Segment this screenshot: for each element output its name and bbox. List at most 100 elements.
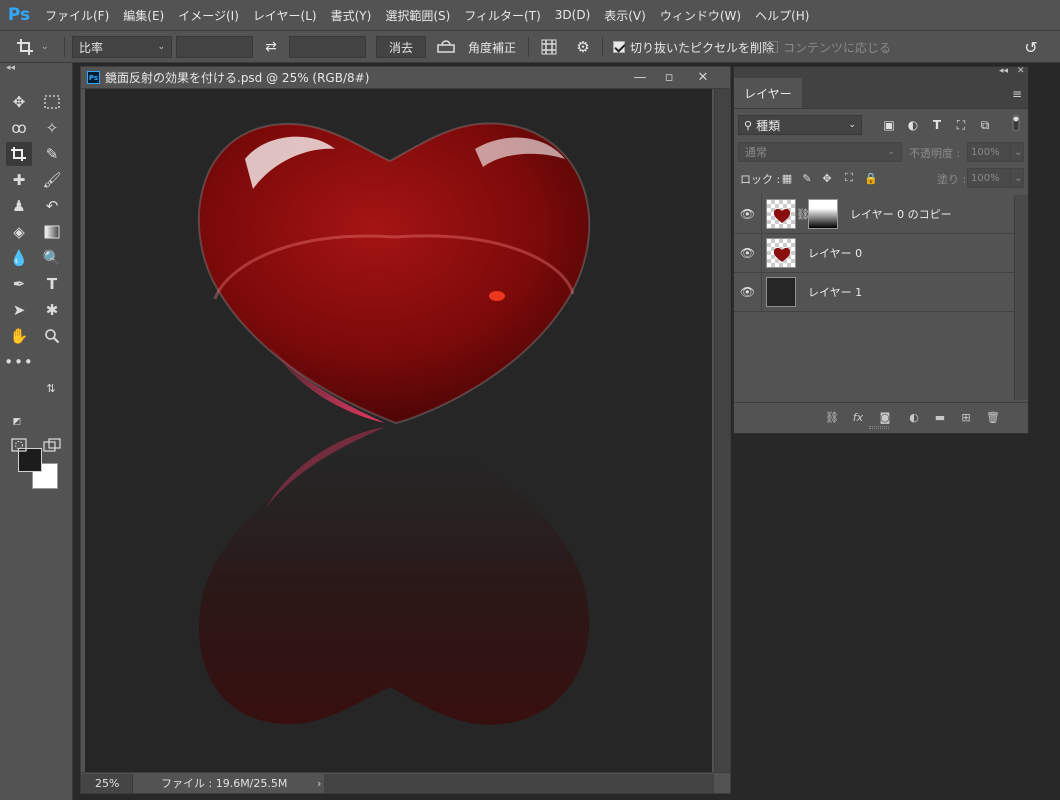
filter-shape-icon[interactable]: ⛶ [953,117,969,133]
menu-layer[interactable]: レイヤー(L) [246,7,324,24]
history-brush-tool-icon[interactable]: ↶ [39,194,65,218]
lock-transparent-pixels-icon[interactable]: ▦ [780,171,794,185]
layer-row[interactable]: 👁 ⛓ レイヤー 0 のコピー [734,195,1014,234]
eye-icon[interactable]: 👁 [734,273,762,311]
trash-icon[interactable]: 🗑 [985,409,1001,425]
screen-mode-icon[interactable] [39,433,65,457]
collapse-toolbar-icon[interactable]: ◂◂ [0,63,72,75]
custom-shape-tool-icon[interactable]: ✱ [39,298,65,322]
default-colors-icon[interactable]: ◩ [10,415,24,429]
marquee-tool-icon[interactable] [39,90,65,114]
move-tool-icon[interactable]: ✥ [6,90,32,114]
swap-colors-icon[interactable]: ⇅ [44,381,58,395]
lock-artboard-icon[interactable]: ⛶ [842,171,856,185]
blur-tool-icon[interactable]: 💧 [6,246,32,270]
opacity-field[interactable]: 100% [967,142,1011,162]
lock-all-icon[interactable]: 🔒 [864,171,878,185]
collapse-panel-icon[interactable]: ◂◂ [999,66,1008,76]
swap-icon[interactable]: ⇄ [262,36,280,58]
lock-image-pixels-icon[interactable]: ✎ [800,171,814,185]
clone-stamp-tool-icon[interactable]: ♟ [6,194,32,218]
status-menu-arrow[interactable]: › [317,777,321,790]
eye-icon[interactable]: 👁 [734,234,762,272]
delete-cropped-checkbox[interactable] [613,41,625,53]
layers-scrollbar[interactable] [1014,195,1028,400]
filter-toggle-icon[interactable] [1011,114,1021,132]
menu-image[interactable]: イメージ(I) [171,7,246,24]
layer-mask-thumbnail[interactable] [808,199,838,229]
content-aware-checkbox[interactable] [766,41,778,53]
close-panel-icon[interactable]: ✕ [1017,66,1025,76]
blend-mode-select[interactable]: 通常 ⌄ [738,142,902,162]
grid-overlay-icon[interactable] [538,36,560,58]
hand-tool-icon[interactable]: ✋ [6,324,32,348]
eyedropper-tool-icon[interactable]: ✎ [39,142,65,166]
fill-field[interactable]: 100% [967,168,1011,188]
height-field[interactable] [289,36,366,58]
menu-help[interactable]: ヘルプ(H) [748,7,816,24]
gradient-tool-icon[interactable] [39,220,65,244]
panel-menu-icon[interactable]: ≡ [1012,87,1022,101]
gear-icon[interactable]: ⚙ [572,36,594,58]
link-layers-icon[interactable]: ⛓ [824,409,840,425]
path-selection-tool-icon[interactable]: ➤ [6,298,32,322]
horizontal-scrollbar[interactable] [324,773,714,793]
width-field[interactable] [176,36,253,58]
maximize-icon[interactable]: ▫ [651,67,687,88]
menu-window[interactable]: ウィンドウ(W) [653,7,748,24]
layer-row[interactable]: 👁 レイヤー 0 [734,234,1014,273]
menu-edit[interactable]: 編集(E) [116,7,171,24]
layer-row[interactable]: 👁 レイヤー 1 [734,273,1014,312]
healing-brush-tool-icon[interactable]: ✚ [6,168,32,192]
document-tab[interactable]: Ps 鏡面反射の効果を付ける.psd @ 25% (RGB/8#) — ▫ ✕ [81,67,730,89]
filter-smart-object-icon[interactable]: ⧉ [977,117,993,133]
tool-preset-picker[interactable]: ⌄ [16,36,56,58]
canvas[interactable] [85,89,712,772]
new-group-icon[interactable]: ▬ [932,409,948,425]
reset-icon[interactable]: ↺ [1020,36,1042,58]
content-aware-option[interactable]: コンテンツに応じる [766,36,891,58]
straighten-label[interactable]: 角度補正 [468,36,516,58]
crop-tool-icon[interactable] [6,142,32,166]
eye-icon[interactable]: 👁 [734,195,762,233]
dodge-tool-icon[interactable]: 🔍 [39,246,65,270]
eraser-tool-icon[interactable]: ◈ [6,220,32,244]
layer-name[interactable]: レイヤー 1 [808,284,862,300]
filter-adjustment-icon[interactable]: ◐ [905,117,921,133]
quick-mask-icon[interactable] [6,433,32,457]
menu-view[interactable]: 表示(V) [597,7,653,24]
chevron-down-icon[interactable]: ⌄ [1010,168,1024,188]
menu-type[interactable]: 書式(Y) [324,7,379,24]
edit-toolbar-icon[interactable]: ••• [4,350,33,374]
layer-name[interactable]: レイヤー 0 のコピー [850,206,952,222]
magic-wand-tool-icon[interactable]: ✧ [39,116,65,140]
adjustment-layer-icon[interactable]: ◐ [906,409,922,425]
menu-select[interactable]: 選択範囲(S) [378,7,457,24]
fx-icon[interactable]: fx [850,409,866,425]
menu-3d[interactable]: 3D(D) [548,8,597,22]
lasso-tool-icon[interactable]: ꝏ [6,116,32,140]
add-mask-icon[interactable]: ◙ [877,409,893,425]
menu-file[interactable]: ファイル(F) [38,7,116,24]
type-tool-icon[interactable]: T [39,272,65,296]
new-layer-icon[interactable]: ⊞ [958,409,974,425]
zoom-level[interactable]: 25% [81,773,133,793]
filter-type-icon[interactable]: T [929,117,945,133]
close-icon[interactable]: ✕ [685,67,721,88]
vertical-scrollbar[interactable] [714,89,730,772]
filter-pixel-icon[interactable]: ▣ [881,117,897,133]
layer-kind-select[interactable]: ⚲ 種類 ⌄ [738,115,862,135]
brush-tool-icon[interactable]: 🖌 [39,168,65,192]
resize-grip[interactable] [869,426,889,429]
lock-position-icon[interactable]: ✥ [820,171,834,185]
ratio-select[interactable]: 比率 ⌄ [72,36,172,58]
delete-cropped-pixels-option[interactable]: 切り抜いたピクセルを削除 [613,36,774,58]
pen-tool-icon[interactable]: ✒ [6,272,32,296]
straighten-icon[interactable] [437,36,457,58]
layer-name[interactable]: レイヤー 0 [808,245,862,261]
clear-button[interactable]: 消去 [376,36,426,58]
tab-layers[interactable]: レイヤー [734,78,802,108]
chevron-down-icon[interactable]: ⌄ [1010,142,1024,162]
link-icon[interactable]: ⛓ [796,208,810,221]
menu-filter[interactable]: フィルター(T) [457,7,547,24]
